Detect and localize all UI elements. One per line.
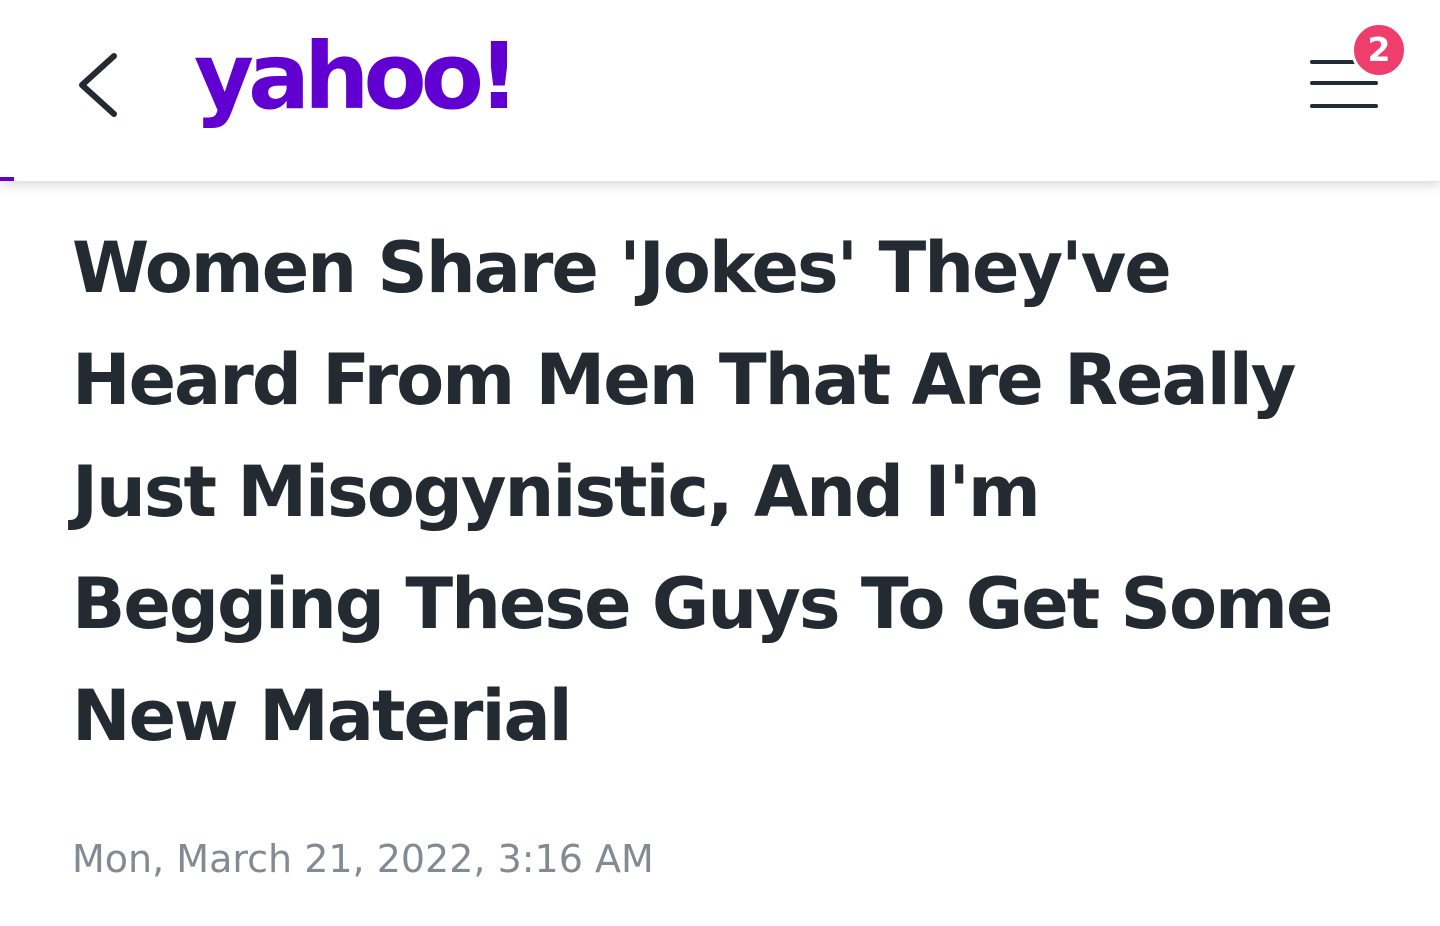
- top-navigation-bar: yahoo! 2: [0, 0, 1440, 181]
- article-title: Women Share 'Jokes' They've Heard From M…: [72, 227, 1333, 757]
- reading-progress-bar: [0, 177, 15, 181]
- notification-badge: 2: [1351, 22, 1407, 78]
- chevron-left-icon: [66, 44, 134, 124]
- article-date: Mon, March 21, 2022, 3:16 AM: [72, 837, 654, 881]
- yahoo-logo[interactable]: yahoo!: [194, 22, 520, 132]
- back-button[interactable]: [66, 44, 134, 124]
